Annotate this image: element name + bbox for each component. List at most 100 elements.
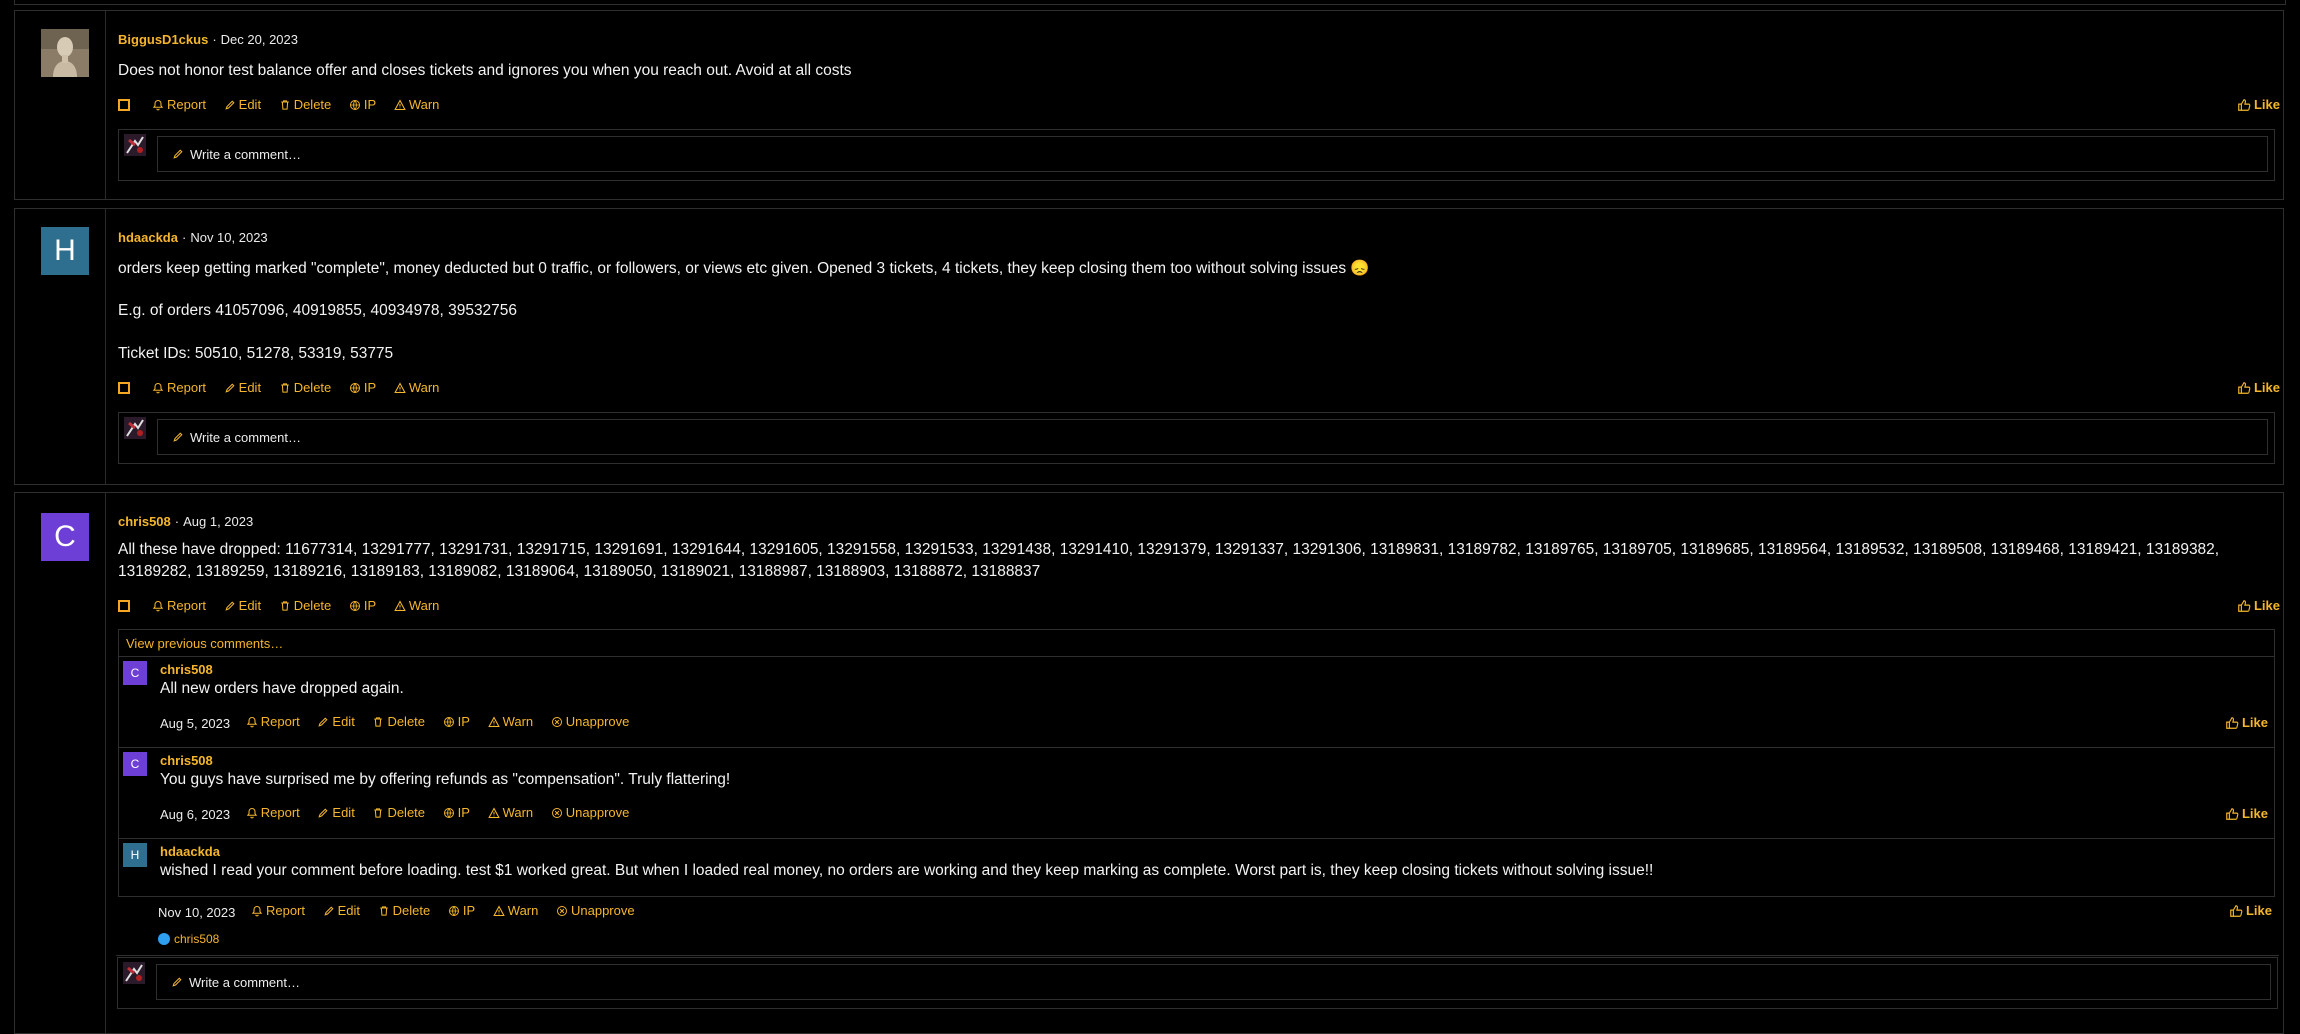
like-button[interactable]: Like	[2225, 715, 2268, 730]
edit-label: Edit	[337, 903, 361, 918]
author-name[interactable]: chris508	[118, 514, 171, 529]
reply-date[interactable]: Nov 10, 2023	[158, 905, 235, 920]
warning-icon	[493, 905, 505, 917]
reply-date[interactable]: Aug 5, 2023	[160, 716, 230, 731]
reply-avatar[interactable]: C	[123, 661, 147, 685]
meta-separator: ·	[174, 514, 180, 529]
post-date[interactable]: Nov 10, 2023	[190, 230, 267, 245]
report-button[interactable]: Report	[152, 97, 206, 112]
delete-button[interactable]: Delete	[279, 380, 332, 395]
pencil-icon	[323, 905, 335, 917]
write-comment-input[interactable]: Write a comment…	[157, 136, 2268, 172]
ip-button[interactable]: IP	[349, 598, 376, 613]
delete-button[interactable]: Delete	[372, 714, 425, 729]
like-button[interactable]: Like	[2237, 97, 2280, 112]
unapprove-button[interactable]: Unapprove	[551, 714, 629, 729]
like-button[interactable]: Like	[2225, 806, 2268, 821]
trash-icon	[378, 905, 390, 917]
edit-button[interactable]: Edit	[224, 97, 261, 112]
warn-button[interactable]: Warn	[493, 903, 538, 918]
warn-button[interactable]: Warn	[394, 380, 439, 395]
unapprove-button[interactable]: Unapprove	[551, 805, 629, 820]
edit-button[interactable]: Edit	[224, 380, 261, 395]
select-checkbox[interactable]	[118, 600, 130, 612]
like-button[interactable]: Like	[2237, 380, 2280, 395]
current-user-avatar[interactable]	[124, 417, 146, 439]
post-body-line: All these have dropped: 11677314, 132917…	[118, 541, 2220, 558]
report-label: Report	[260, 805, 300, 820]
post-date[interactable]: Aug 1, 2023	[183, 514, 253, 529]
warning-icon	[488, 807, 500, 819]
reply: C chris508 You guys have surprised me by…	[119, 747, 2274, 838]
report-button[interactable]: Report	[251, 903, 305, 918]
like-button[interactable]: Like	[2237, 598, 2280, 613]
warn-button[interactable]: Warn	[488, 805, 533, 820]
post-meta: hdaackda · Nov 10, 2023	[118, 230, 268, 245]
report-label: Report	[167, 598, 207, 613]
delete-button[interactable]: Delete	[279, 598, 331, 613]
warn-button[interactable]: Warn	[394, 598, 440, 613]
select-checkbox[interactable]	[118, 99, 130, 111]
delete-label: Delete	[293, 380, 332, 395]
ip-button[interactable]: IP	[349, 97, 376, 112]
like-reaction-icon	[158, 933, 170, 945]
current-user-avatar[interactable]	[123, 962, 145, 984]
select-checkbox[interactable]	[118, 382, 130, 394]
globe-icon	[443, 807, 455, 819]
ip-button[interactable]: IP	[443, 714, 470, 729]
avatar[interactable]: C	[41, 513, 89, 561]
write-comment-input[interactable]: Write a comment…	[157, 419, 2268, 455]
reaction-user[interactable]: chris508	[174, 932, 219, 946]
ip-button[interactable]: IP	[443, 805, 470, 820]
like-button[interactable]: Like	[2229, 903, 2272, 918]
reply-actions: Aug 6, 2023 Report Edit Delete IP Warn U…	[160, 805, 2274, 825]
edit-button[interactable]: Edit	[323, 903, 360, 918]
ip-button[interactable]: IP	[349, 380, 376, 395]
author-name[interactable]: hdaackda	[118, 230, 178, 245]
ip-label: IP	[363, 97, 377, 112]
delete-button[interactable]: Delete	[279, 97, 331, 112]
view-previous-comments-link[interactable]: View previous comments…	[126, 636, 283, 651]
unapprove-button[interactable]: Unapprove	[556, 903, 635, 918]
reply-author[interactable]: chris508	[160, 753, 213, 768]
post-date[interactable]: Dec 20, 2023	[221, 32, 298, 47]
post-meta: chris508 · Aug 1, 2023	[118, 514, 253, 529]
report-button[interactable]: Report	[246, 714, 300, 729]
comment-bar: Write a comment…	[117, 957, 2278, 1009]
warn-label: Warn	[408, 598, 440, 613]
trash-icon	[372, 716, 384, 728]
current-user-avatar[interactable]	[124, 134, 146, 156]
author-name[interactable]: BiggusD1ckus	[118, 32, 208, 47]
globe-icon	[443, 716, 455, 728]
report-button[interactable]: Report	[152, 598, 206, 613]
warn-button[interactable]: Warn	[488, 714, 533, 729]
thumbs-up-icon	[2225, 716, 2239, 730]
reply-text: All new orders have dropped again.	[160, 680, 404, 697]
page: BiggusD1ckus · Dec 20, 2023 Does not honor…	[0, 0, 2300, 1034]
ip-button[interactable]: IP	[448, 903, 475, 918]
delete-button[interactable]: Delete	[378, 903, 430, 918]
report-button[interactable]: Report	[152, 380, 206, 395]
write-comment-input[interactable]: Write a comment…	[156, 964, 2271, 1000]
avatar[interactable]	[41, 29, 89, 77]
edit-button[interactable]: Edit	[317, 714, 355, 729]
edit-button[interactable]: Edit	[317, 805, 355, 820]
previous-post-edge	[14, 0, 2286, 5]
reply-author[interactable]: chris508	[160, 662, 213, 677]
reply-author[interactable]: hdaackda	[160, 844, 220, 859]
post-body-line: Ticket IDs: 50510, 51278, 53319, 53775	[118, 345, 394, 362]
reaction-summary[interactable]: chris508	[158, 932, 219, 946]
reply-actions: Aug 5, 2023 Report Edit Delete IP Warn U…	[160, 714, 2274, 734]
bell-icon	[152, 99, 164, 111]
reply: C chris508 All new orders have dropped a…	[119, 656, 2274, 747]
avatar[interactable]: H	[41, 227, 89, 275]
report-button[interactable]: Report	[246, 805, 300, 820]
edit-button[interactable]: Edit	[224, 598, 261, 613]
bell-icon	[251, 905, 263, 917]
post-actions: Report Edit Delete IP Warn Like	[118, 379, 2283, 399]
warn-button[interactable]: Warn	[394, 97, 439, 112]
reply-avatar[interactable]: C	[123, 752, 147, 776]
reply-date[interactable]: Aug 6, 2023	[160, 807, 230, 822]
delete-button[interactable]: Delete	[372, 805, 425, 820]
reply-avatar[interactable]: H	[123, 843, 147, 867]
